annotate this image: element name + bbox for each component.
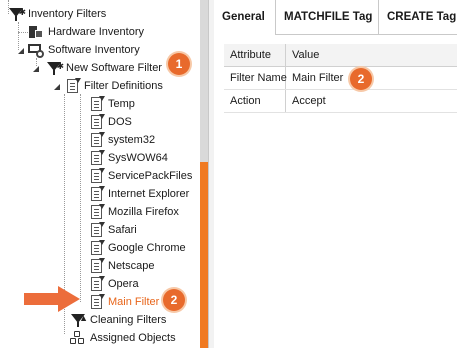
software-inventory-icon bbox=[28, 42, 44, 58]
tree-item-label: Cleaning Filters bbox=[90, 314, 167, 326]
grid-cell-value[interactable]: Accept bbox=[286, 90, 457, 112]
tab-matchfile[interactable]: MATCHFILE Tag bbox=[276, 0, 379, 34]
filter-document-icon bbox=[90, 96, 105, 112]
tree-item-hardware-inventory[interactable]: Hardware Inventory bbox=[28, 23, 144, 41]
callout-badge-2: 2 bbox=[163, 289, 185, 311]
tree-item-filter[interactable]: Internet Explorer bbox=[90, 185, 189, 203]
tree-item-label: Inventory Filters bbox=[28, 8, 107, 20]
grid-header-row: Attribute Value bbox=[224, 44, 457, 67]
tree-item-label: Mozilla Firefox bbox=[108, 206, 179, 218]
hardware-icon bbox=[28, 24, 44, 40]
expand-icon[interactable] bbox=[33, 66, 39, 72]
tree-item-filter[interactable]: Mozilla Firefox bbox=[90, 203, 179, 221]
filter-document-icon bbox=[90, 240, 105, 256]
filter-definitions-icon bbox=[66, 78, 81, 94]
tree-connector bbox=[80, 94, 81, 302]
expand-icon[interactable] bbox=[54, 84, 60, 90]
tree-item-filter[interactable]: DOS bbox=[90, 113, 132, 131]
tree-item-label: Google Chrome bbox=[108, 242, 186, 254]
tree-item-filter[interactable]: Google Chrome bbox=[90, 239, 186, 257]
filter-document-icon bbox=[90, 276, 105, 292]
tree-item-filter[interactable]: ServicePackFiles bbox=[90, 167, 192, 185]
tree-item-new-software-filter[interactable]: ✱ New Software Filter bbox=[46, 59, 162, 77]
tree-item-cleaning-filters[interactable]: ▲ Cleaning Filters bbox=[70, 311, 166, 329]
filter-tree: ... ✱ Inventory Filters Hardware Invento… bbox=[0, 0, 200, 348]
table-row[interactable]: Action Accept bbox=[224, 90, 457, 113]
tree-connector bbox=[18, 32, 28, 33]
grid-cell-attribute: Action bbox=[224, 90, 286, 112]
tree-connector bbox=[36, 58, 37, 66]
tree-item-label: DOS bbox=[108, 116, 132, 128]
tree-item-filter[interactable]: Netscape bbox=[90, 257, 154, 275]
tree-item-software-inventory[interactable]: Software Inventory bbox=[28, 41, 140, 59]
tree-item-label: Internet Explorer bbox=[108, 188, 190, 200]
tree-scrollbar-thumb[interactable] bbox=[200, 162, 208, 348]
filter-document-icon bbox=[90, 204, 105, 220]
filter-document-icon bbox=[90, 186, 105, 202]
tree-item-filter[interactable]: Safari bbox=[90, 221, 137, 239]
tree-item-label: Assigned Objects bbox=[90, 332, 176, 344]
cleaning-filter-icon: ▲ bbox=[70, 312, 88, 328]
pointer-arrow-icon bbox=[24, 286, 82, 312]
tree-connector bbox=[18, 22, 19, 50]
filter-document-icon bbox=[90, 132, 105, 148]
tree-item-label: Temp bbox=[108, 98, 135, 110]
table-row[interactable]: Filter Name Main Filter bbox=[224, 67, 457, 90]
tree-item-label: ServicePackFiles bbox=[108, 170, 193, 182]
filter-folder-icon: ✱ bbox=[8, 6, 26, 22]
tree-item-label: Hardware Inventory bbox=[48, 26, 144, 38]
tree-item-filter[interactable]: SysWOW64 bbox=[90, 149, 168, 167]
grid-header-value[interactable]: Value bbox=[286, 44, 457, 66]
filter-document-icon bbox=[90, 168, 105, 184]
tree-item-filter[interactable]: system32 bbox=[90, 131, 155, 149]
grid-cell-attribute: Filter Name bbox=[224, 67, 287, 89]
filter-document-icon bbox=[90, 150, 105, 166]
tree-item-filter[interactable]: Temp bbox=[90, 95, 135, 113]
tree-item-label: Main Filter bbox=[108, 296, 160, 308]
filter-document-icon bbox=[90, 294, 105, 310]
tree-item-label: system32 bbox=[108, 134, 156, 146]
tree-item-assigned-objects[interactable]: Assigned Objects bbox=[70, 329, 176, 347]
tree-item-label: New Software Filter bbox=[66, 62, 162, 74]
assigned-objects-icon bbox=[70, 330, 86, 346]
funnel-icon: ✱ bbox=[46, 60, 64, 76]
tree-item-filter[interactable]: Opera bbox=[90, 275, 139, 293]
tree-item-inventory-filters[interactable]: ✱ Inventory Filters bbox=[8, 5, 106, 23]
callout-badge-2: 2 bbox=[350, 68, 372, 90]
tree-item-label: SysWOW64 bbox=[108, 152, 168, 164]
callout-badge-1: 1 bbox=[168, 53, 190, 75]
tree-item-main-filter[interactable]: Main Filter bbox=[90, 293, 159, 311]
filter-document-icon bbox=[90, 258, 105, 274]
tree-item-label: Filter Definitions bbox=[84, 80, 163, 92]
tree-item-filter-definitions[interactable]: Filter Definitions bbox=[66, 77, 163, 95]
tree-item-label: Netscape bbox=[108, 260, 155, 272]
expand-icon[interactable] bbox=[18, 48, 24, 54]
tab-bar: General MATCHFILE Tag CREATE Tag bbox=[214, 0, 457, 35]
tab-general[interactable]: General bbox=[214, 0, 276, 35]
grid-header-attribute[interactable]: Attribute bbox=[224, 44, 286, 66]
filter-document-icon bbox=[90, 114, 105, 130]
filter-document-icon bbox=[90, 222, 105, 238]
tree-item-label: Opera bbox=[108, 278, 139, 290]
tab-create[interactable]: CREATE Tag bbox=[379, 0, 457, 34]
tree-item-label: Safari bbox=[108, 224, 137, 236]
